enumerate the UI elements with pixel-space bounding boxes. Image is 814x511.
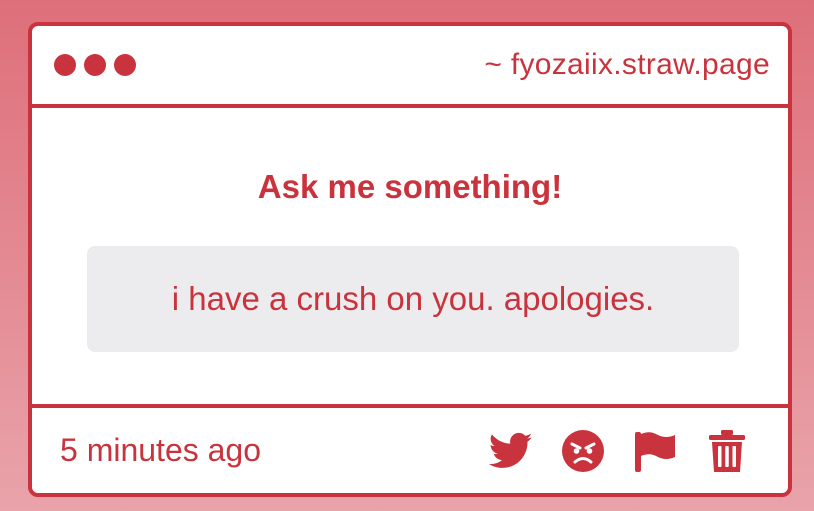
question-card: ~ fyozaiix.straw.page Ask me something! … [28, 22, 792, 497]
site-url[interactable]: ~ fyozaiix.straw.page [484, 48, 770, 82]
window-dot [84, 54, 106, 76]
window-dot [114, 54, 136, 76]
question-text: i have a crush on you. apologies. [171, 280, 655, 317]
angry-face-icon [562, 429, 604, 472]
window-dot [54, 54, 76, 76]
twitter-share-button[interactable] [488, 428, 534, 474]
card-body: Ask me something! i have a crush on you.… [32, 108, 788, 408]
card-footer: 5 minutes ago [32, 408, 788, 493]
window-dots [54, 54, 136, 76]
twitter-icon [489, 432, 533, 468]
react-button[interactable] [560, 428, 606, 474]
report-button[interactable] [632, 428, 678, 474]
page-title: Ask me something! [257, 168, 563, 205]
delete-button[interactable] [704, 428, 750, 474]
question-box: i have a crush on you. apologies. [87, 246, 739, 352]
trash-icon [709, 429, 745, 472]
flag-icon [635, 431, 675, 472]
action-bar [488, 428, 750, 474]
timestamp: 5 minutes ago [60, 432, 262, 468]
window-header: ~ fyozaiix.straw.page [32, 26, 788, 108]
